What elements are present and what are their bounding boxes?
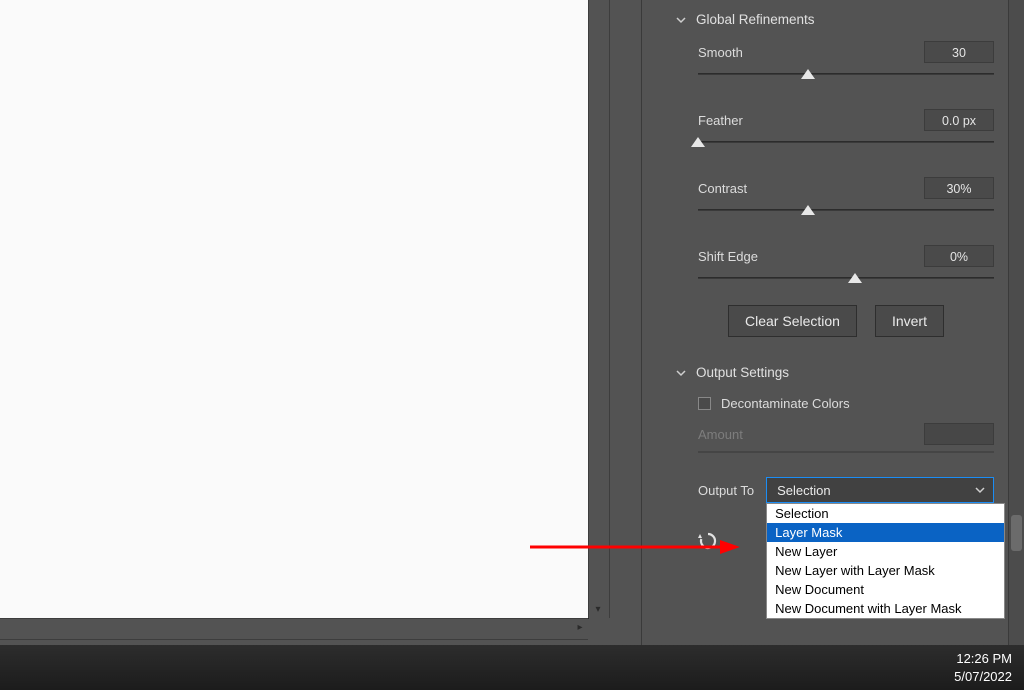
output-to-dropdown[interactable]: Selection SelectionLayer MaskNew LayerNe…: [766, 477, 994, 503]
slider-feather: Feather 0.0 px: [648, 103, 1024, 153]
slider-label: Feather: [698, 113, 743, 128]
chevron-down-icon: [975, 485, 985, 495]
dropdown-button[interactable]: Selection: [766, 477, 994, 503]
invert-button[interactable]: Invert: [875, 305, 944, 337]
slider-smooth: Smooth 30: [648, 35, 1024, 85]
slider-knob[interactable]: [848, 273, 862, 283]
chevron-down-icon: [676, 15, 686, 25]
dropdown-option[interactable]: New Document with Layer Mask: [767, 599, 1004, 618]
slider-label: Smooth: [698, 45, 743, 60]
canvas-vertical-scrollbar[interactable]: ▾: [588, 0, 610, 618]
slider-label: Shift Edge: [698, 249, 758, 264]
slider-value-input[interactable]: 30%: [924, 177, 994, 199]
section-title: Output Settings: [696, 365, 789, 380]
dropdown-option[interactable]: New Layer: [767, 542, 1004, 561]
section-output-settings[interactable]: Output Settings: [648, 347, 1024, 388]
dropdown-option[interactable]: Layer Mask: [767, 523, 1004, 542]
slider-contrast: Contrast 30%: [648, 171, 1024, 221]
checkbox-box[interactable]: [698, 397, 711, 410]
output-to-row: Output To Selection SelectionLayer MaskN…: [648, 453, 1024, 503]
slider-track[interactable]: [698, 135, 994, 149]
taskbar-time: 12:26 PM: [954, 650, 1012, 668]
taskbar-clock[interactable]: 12:26 PM 5/07/2022: [954, 650, 1024, 685]
scroll-right-icon[interactable]: ▸: [574, 622, 586, 634]
slider-knob[interactable]: [801, 205, 815, 215]
scrollbar-thumb[interactable]: [1011, 515, 1022, 551]
amount-value-input: [924, 423, 994, 445]
dropdown-list[interactable]: SelectionLayer MaskNew LayerNew Layer wi…: [766, 503, 1005, 619]
document-pane: ▾ ▸: [0, 0, 641, 645]
dropdown-option[interactable]: Selection: [767, 504, 1004, 523]
taskbar-date: 5/07/2022: [954, 668, 1012, 686]
decontaminate-colors-checkbox[interactable]: Decontaminate Colors: [648, 388, 1024, 417]
slider-shift-edge: Shift Edge 0%: [648, 239, 1024, 289]
checkbox-label: Decontaminate Colors: [721, 396, 850, 411]
slider-value-input[interactable]: 0%: [924, 245, 994, 267]
chevron-down-icon: [676, 368, 686, 378]
slider-value-input[interactable]: 0.0 px: [924, 109, 994, 131]
amount-row: Amount: [648, 417, 1024, 447]
panel-vertical-scrollbar[interactable]: [1008, 0, 1024, 645]
output-to-label: Output To: [698, 483, 754, 498]
document-canvas[interactable]: [0, 0, 589, 619]
dropdown-option[interactable]: New Layer with Layer Mask: [767, 561, 1004, 580]
amount-label: Amount: [698, 427, 743, 442]
slider-value-input[interactable]: 30: [924, 41, 994, 63]
slider-track[interactable]: [698, 203, 994, 217]
slider-track[interactable]: [698, 67, 994, 81]
section-global-refinements[interactable]: Global Refinements: [648, 0, 1024, 35]
pane-divider: [611, 0, 641, 645]
reset-icon[interactable]: [694, 539, 720, 554]
slider-knob[interactable]: [801, 69, 815, 79]
slider-knob[interactable]: [691, 137, 705, 147]
refinement-buttons: Clear Selection Invert: [648, 289, 1024, 347]
dropdown-selected-value: Selection: [777, 483, 830, 498]
clear-selection-button[interactable]: Clear Selection: [728, 305, 857, 337]
windows-taskbar[interactable]: 12:26 PM 5/07/2022: [0, 645, 1024, 690]
section-title: Global Refinements: [696, 12, 815, 27]
scroll-down-icon[interactable]: ▾: [592, 604, 604, 616]
select-and-mask-panel: Global Refinements Smooth 30 Feather 0.0…: [641, 0, 1024, 645]
canvas-horizontal-scrollbar[interactable]: ▸: [0, 618, 588, 640]
slider-label: Contrast: [698, 181, 747, 196]
dropdown-option[interactable]: New Document: [767, 580, 1004, 599]
slider-track[interactable]: [698, 271, 994, 285]
